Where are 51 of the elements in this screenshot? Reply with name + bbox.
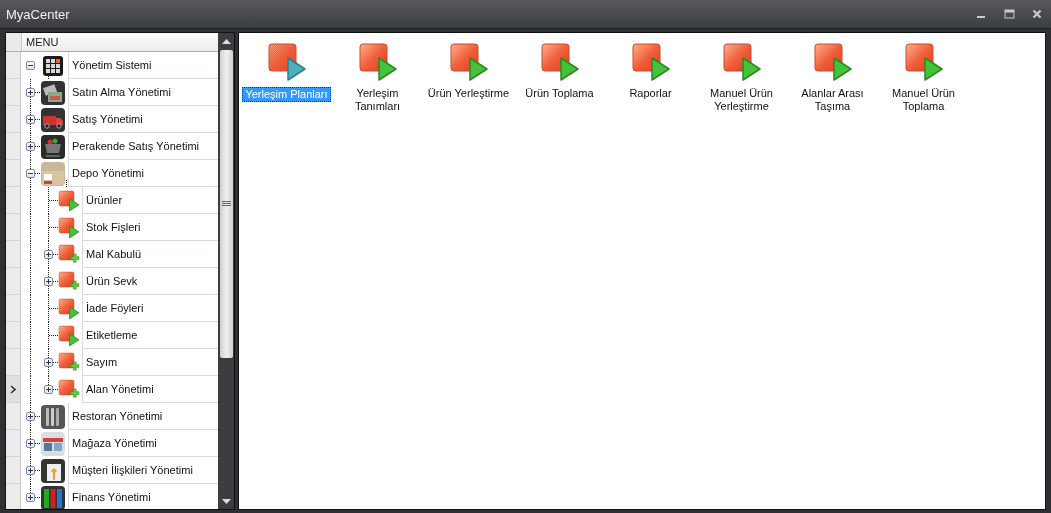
scroll-thumb[interactable] [219, 50, 233, 358]
row-indicator[interactable] [6, 376, 21, 403]
module-icon [40, 79, 66, 106]
form-play-icon [58, 189, 80, 212]
form-play-icon [357, 42, 398, 82]
collapse-button[interactable] [26, 169, 35, 178]
header-corner [6, 33, 22, 51]
module-icon [40, 457, 66, 484]
expand-button[interactable] [26, 115, 35, 124]
module-icon [40, 484, 66, 509]
maximize-icon[interactable] [1003, 9, 1015, 19]
form-play-icon [903, 42, 944, 82]
module-icon [40, 160, 66, 187]
expand-button[interactable] [26, 466, 35, 475]
expand-button[interactable] [44, 385, 53, 394]
shortcut-label[interactable]: Ürün Yerleştirme [425, 87, 512, 100]
form-add-icon [58, 351, 80, 374]
form-add-icon [58, 378, 80, 401]
shortcut-label[interactable]: Raporlar [627, 87, 674, 100]
column-header: MENU [22, 33, 218, 51]
form-play-icon [58, 297, 80, 320]
form-play-icon [812, 42, 853, 82]
shortcut-label[interactable]: Manuel Ürün Toplama [878, 87, 969, 113]
expand-button[interactable] [26, 88, 35, 97]
window-title: MyaCenter [5, 6, 71, 22]
form-play-icon [448, 42, 489, 82]
expand-button[interactable] [44, 358, 53, 367]
expand-button[interactable] [26, 439, 35, 448]
shortcut-label[interactable]: Manuel Ürün Yerleştirme [696, 87, 787, 113]
collapse-button[interactable] [26, 61, 35, 70]
expand-button[interactable] [44, 250, 53, 259]
expand-button[interactable] [26, 493, 35, 502]
form-play-icon [266, 42, 307, 82]
form-add-icon [58, 243, 80, 266]
module-icon [40, 403, 66, 430]
expand-button[interactable] [44, 277, 53, 286]
form-add-icon [58, 270, 80, 293]
form-play-icon [58, 324, 80, 347]
shortcut-label[interactable]: Yerleşim Tanımları [332, 87, 423, 113]
expand-button[interactable] [26, 412, 35, 421]
form-play-icon [721, 42, 762, 82]
form-play-icon [539, 42, 580, 82]
module-icon [40, 430, 66, 457]
expand-button[interactable] [26, 142, 35, 151]
current-row-icon [10, 384, 16, 394]
form-play-icon [630, 42, 671, 82]
close-icon[interactable] [1032, 9, 1042, 19]
shortcut-label[interactable]: Alanlar Arası Taşıma [787, 87, 878, 113]
shortcut-label[interactable]: Ürün Toplama [523, 87, 596, 100]
scrollbar[interactable] [218, 33, 234, 509]
form-play-icon [58, 216, 80, 239]
